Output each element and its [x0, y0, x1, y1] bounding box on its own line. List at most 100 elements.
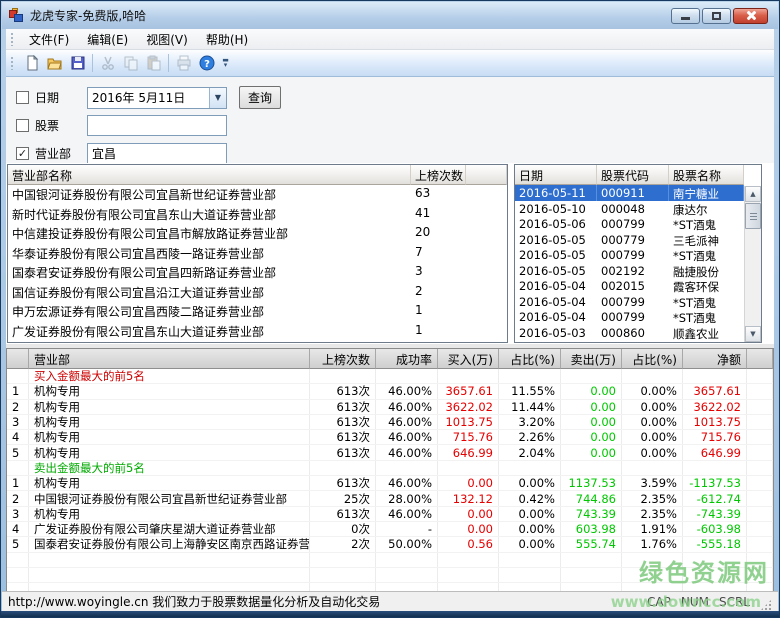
table-row[interactable]: 华泰证券股份有限公司宜昌西陵一路证券营业部7: [8, 244, 507, 264]
table-row[interactable]: 2016-05-05000799*ST酒鬼: [515, 247, 744, 263]
stock-table-header-name[interactable]: 股票名称: [669, 165, 744, 185]
table-row[interactable]: 2016-04-29300419浩丰科技: [515, 340, 744, 343]
table-row[interactable]: 2016-05-05000779三毛派神: [515, 232, 744, 248]
table-row[interactable]: 国泰君安证券股份有限公司宜昌四新路证券营业部3: [8, 263, 507, 283]
detail-cell: 0.00%: [622, 445, 683, 459]
table-row[interactable]: 2016-05-05002192融捷股份: [515, 263, 744, 279]
branch-table-header-count[interactable]: 上榜次数: [411, 165, 466, 185]
table-row[interactable]: 1机构专用613次46.00%0.000.00%1137.533.59%-113…: [7, 476, 773, 491]
table-row[interactable]: 5国泰君安证券股份有限公司上海静安区南京西路证券营业部2次50.00%0.560…: [7, 537, 773, 552]
table-row[interactable]: 新时代证券股份有限公司宜昌东山大道证券营业部41: [8, 205, 507, 225]
detail-header-success[interactable]: 成功率: [376, 349, 438, 369]
detail-header-net[interactable]: 净额: [683, 349, 747, 369]
date-dropdown-button[interactable]: ▼: [209, 88, 226, 108]
table-row[interactable]: 2016-05-04000799*ST酒鬼: [515, 309, 744, 325]
detail-header-sell-pct[interactable]: 占比(%): [622, 349, 683, 369]
blank-cell: [499, 461, 561, 475]
table-row[interactable]: 3机构专用613次46.00%0.000.00%743.392.35%-743.…: [7, 507, 773, 522]
query-button[interactable]: 查询: [239, 86, 281, 109]
minimize-button[interactable]: [671, 8, 700, 24]
detail-cell: 1013.75: [438, 415, 499, 429]
maximize-button[interactable]: [702, 8, 731, 24]
stock-code-cell: 002192: [597, 263, 669, 279]
detail-cell: 0.00: [438, 507, 499, 521]
table-row[interactable]: 4机构专用613次46.00%715.762.26%0.000.00%715.7…: [7, 430, 773, 445]
table-row[interactable]: 2016-05-04002015霞客环保: [515, 278, 744, 294]
resize-grip-icon[interactable]: [760, 599, 772, 611]
branch-table-header-name[interactable]: 营业部名称: [8, 165, 411, 185]
table-row[interactable]: 国信证券股份有限公司宜昌沿江大道证券营业部2: [8, 283, 507, 303]
table-row[interactable]: 申万宏源证券有限公司宜昌西陵二路证券营业部1: [8, 302, 507, 322]
copy-button[interactable]: [119, 52, 142, 74]
table-row[interactable]: 中国银河证券股份有限公司宜昌新世纪证券营业部63: [8, 185, 507, 205]
menu-help[interactable]: 帮助(H): [197, 29, 257, 50]
menu-grip[interactable]: [10, 32, 15, 46]
table-row[interactable]: 4广发证券股份有限公司肇庆星湖大道证券营业部0次-0.000.00%603.98…: [7, 522, 773, 537]
stock-date-cell: 2016-05-04: [515, 278, 597, 294]
open-folder-button[interactable]: [43, 52, 66, 74]
blank-cell: [7, 568, 29, 582]
stock-checkbox[interactable]: [16, 119, 29, 132]
cut-button[interactable]: [96, 52, 119, 74]
detail-cell: 744.86: [561, 491, 622, 505]
detail-header-branch[interactable]: 营业部: [29, 349, 310, 369]
table-row[interactable]: 3机构专用613次46.00%1013.753.20%0.000.00%1013…: [7, 415, 773, 430]
menu-bar: 文件(F) 编辑(E) 视图(V) 帮助(H): [6, 29, 774, 50]
detail-cell: 4: [7, 522, 29, 536]
stock-date-cell: 2016-05-05: [515, 247, 597, 263]
new-file-icon: [24, 55, 40, 71]
close-button[interactable]: [733, 8, 768, 24]
blank-cell: [747, 415, 773, 429]
scroll-down-icon[interactable]: ▼: [745, 326, 761, 342]
stock-code-cell: 000799: [597, 247, 669, 263]
stock-table-header-code[interactable]: 股票代码: [597, 165, 669, 185]
print-button[interactable]: [172, 52, 195, 74]
save-button[interactable]: [66, 52, 89, 74]
table-row[interactable]: 广发证券股份有限公司宜昌东山大道证券营业部1: [8, 322, 507, 342]
branch-name-cell: 国泰君安证券股份有限公司宜昌四新路证券营业部: [8, 263, 411, 283]
table-row[interactable]: 2016-05-10000048康达尔: [515, 201, 744, 217]
detail-header-buy-pct[interactable]: 占比(%): [499, 349, 561, 369]
table-row[interactable]: 5机构专用613次46.00%646.992.04%0.000.00%646.9…: [7, 445, 773, 460]
table-row[interactable]: 2016-05-06000799*ST酒鬼: [515, 216, 744, 232]
table-row[interactable]: 2016-05-11000911南宁糖业: [515, 185, 744, 201]
stock-table-header-date[interactable]: 日期: [515, 165, 597, 185]
new-file-button[interactable]: [20, 52, 43, 74]
detail-cell: 0次: [310, 522, 376, 536]
blank-cell: [561, 461, 622, 475]
detail-header-times[interactable]: 上榜次数: [310, 349, 376, 369]
date-combobox[interactable]: 2016年 5月11日 ▼: [87, 87, 227, 109]
menu-view[interactable]: 视图(V): [137, 29, 197, 50]
paste-button[interactable]: [142, 52, 165, 74]
detail-cell: 555.74: [561, 537, 622, 551]
help-button[interactable]: ?: [195, 52, 218, 74]
table-row[interactable]: 2016-05-03000860顺鑫农业: [515, 325, 744, 341]
detail-cell: 11.55%: [499, 384, 561, 398]
toolbar-overflow-button[interactable]: ▬▾: [220, 52, 231, 74]
table-row[interactable]: 2中国银河证券股份有限公司宜昌新世纪证券营业部25次28.00%132.120.…: [7, 491, 773, 506]
menu-file[interactable]: 文件(F): [20, 29, 78, 50]
stock-date-cell: 2016-05-05: [515, 232, 597, 248]
stock-input[interactable]: [87, 115, 227, 136]
detail-cell: 3657.61: [438, 384, 499, 398]
detail-cell: 4: [7, 430, 29, 444]
scrollbar-thumb[interactable]: [745, 203, 761, 229]
menu-edit[interactable]: 编辑(E): [78, 29, 137, 50]
detail-cell: 机构专用: [29, 507, 310, 521]
buy-section-label: 买入金额最大的前5名: [29, 369, 310, 383]
scroll-up-icon[interactable]: ▲: [745, 186, 761, 202]
caps-indicator: CAP: [647, 595, 671, 609]
toolbar-grip[interactable]: [10, 56, 15, 70]
date-checkbox[interactable]: [16, 91, 29, 104]
table-row[interactable]: 1机构专用613次46.00%3657.6111.55%0.000.00%365…: [7, 384, 773, 399]
app-icon: [8, 8, 24, 24]
stock-table-scrollbar[interactable]: ▲ ▼: [744, 186, 761, 342]
table-row[interactable]: 2机构专用613次46.00%3622.0211.44%0.000.00%362…: [7, 400, 773, 415]
detail-header-sell[interactable]: 卖出(万): [561, 349, 622, 369]
branch-checkbox[interactable]: ✓: [16, 147, 29, 160]
branch-input[interactable]: [87, 143, 227, 164]
branch-name-cell: 华泰证券股份有限公司宜昌西陵一路证券营业部: [8, 244, 411, 264]
table-row[interactable]: 2016-05-04000799*ST酒鬼: [515, 294, 744, 310]
table-row[interactable]: 中信建投证券股份有限公司宜昌市解放路证券营业部20: [8, 224, 507, 244]
detail-header-buy[interactable]: 买入(万): [438, 349, 499, 369]
